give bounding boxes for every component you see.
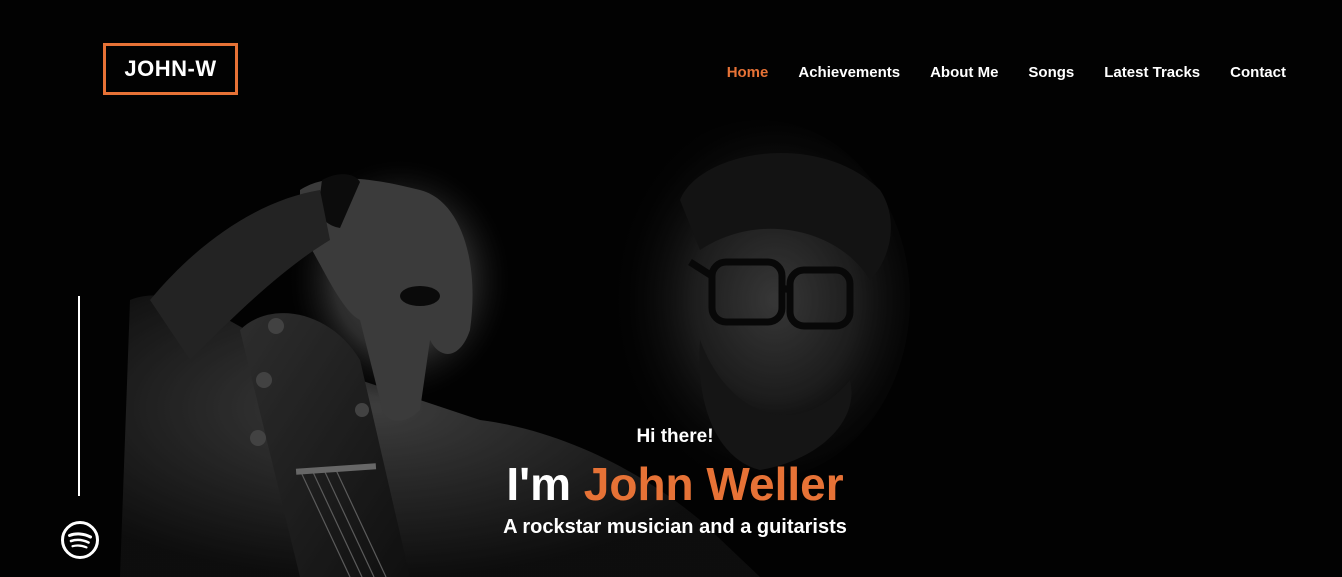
hero-text: Hi there! I'm John Weller A rockstar mus…: [8, 424, 1342, 540]
nav-item-latest-tracks[interactable]: Latest Tracks: [1104, 63, 1200, 83]
logo[interactable]: JOHN-W: [103, 43, 238, 95]
hero-tagline: A rockstar musician and a guitarists: [503, 516, 847, 538]
hero-greeting: Hi there!: [636, 426, 714, 447]
headline-prefix: I'm: [506, 458, 584, 510]
nav-item-achievements[interactable]: Achievements: [798, 63, 900, 83]
nav-item-about-me[interactable]: About Me: [930, 63, 998, 83]
hero-headline: I'm John Weller: [8, 456, 1342, 512]
page: JOHN-W Home Achievements About Me Songs …: [0, 0, 1342, 577]
nav-item-songs[interactable]: Songs: [1028, 63, 1074, 83]
main-nav: Home Achievements About Me Songs Latest …: [727, 63, 1286, 83]
nav-item-contact[interactable]: Contact: [1230, 63, 1286, 83]
headline-name: John Weller: [583, 458, 844, 510]
logo-text: JOHN-W: [124, 56, 217, 81]
nav-item-home[interactable]: Home: [727, 63, 769, 83]
